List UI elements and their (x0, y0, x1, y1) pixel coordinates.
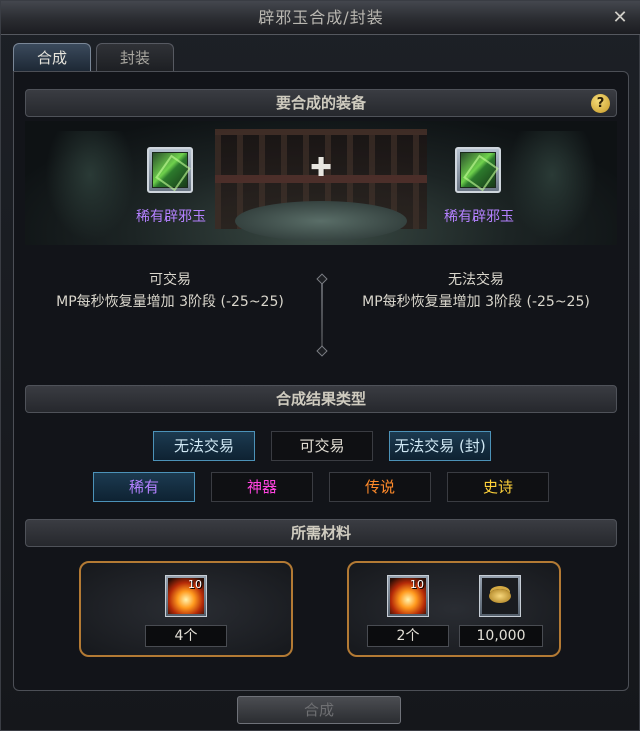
option-untradable[interactable]: 无法交易 (153, 431, 255, 461)
material-slot-right[interactable]: 10 (387, 575, 429, 617)
stack-count: 10 (188, 578, 202, 591)
stack-count: 10 (410, 578, 424, 591)
option-untradable-sealed[interactable]: 无法交易 (封) (389, 431, 491, 461)
left-equip-slot[interactable] (147, 147, 193, 193)
result-section-header: 合成结果类型 (25, 385, 617, 413)
help-icon[interactable]: ? (591, 94, 610, 113)
jade-gem-icon (152, 152, 188, 188)
left-item-info: 可交易 MP每秒恢复量增加 3阶段 (-25~25) (35, 269, 305, 313)
flame-stone-icon: 10 (390, 578, 426, 614)
option-tradable[interactable]: 可交易 (271, 431, 373, 461)
synthesis-window: 辟邪玉合成/封装 ✕ 合成 封装 要合成的装备 ? 稀有辟邪玉 ✚ 稀有辟邪玉 … (0, 0, 640, 731)
rarity-artifact[interactable]: 神器 (211, 472, 313, 502)
pedestal-decoration (235, 201, 407, 241)
plus-icon: ✚ (310, 153, 332, 183)
rarity-rare[interactable]: 稀有 (93, 472, 195, 502)
rarity-epic[interactable]: 史诗 (447, 472, 549, 502)
gold-amount: 10,000 (459, 625, 543, 647)
result-section-title: 合成结果类型 (275, 390, 366, 408)
column-divider (321, 281, 323, 349)
materials-section-header: 所需材料 (25, 519, 617, 547)
material-qty-right: 2个 (367, 625, 449, 647)
jade-gem-icon (460, 152, 496, 188)
right-item-name: 稀有辟邪玉 (444, 209, 514, 225)
craft-button[interactable]: 合成 (237, 696, 401, 724)
forge-scene-background (25, 121, 617, 245)
left-item-trade-status: 可交易 (149, 272, 191, 288)
tab-seal[interactable]: 封装 (96, 43, 174, 71)
window-title: 辟邪玉合成/封装 (1, 1, 640, 35)
equip-section-header: 要合成的装备 ? (25, 89, 617, 117)
right-item-trade-status: 无法交易 (448, 272, 504, 288)
right-equip-slot[interactable] (455, 147, 501, 193)
material-qty-left: 4个 (145, 625, 227, 647)
flame-stone-icon: 10 (168, 578, 204, 614)
left-item-stat: MP每秒恢复量增加 3阶段 (-25~25) (56, 294, 284, 310)
right-item-stat: MP每秒恢复量增加 3阶段 (-25~25) (362, 294, 590, 310)
close-icon[interactable]: ✕ (609, 7, 631, 29)
materials-section-title: 所需材料 (290, 524, 351, 542)
gold-slot[interactable] (479, 575, 521, 617)
gold-coins-icon (482, 578, 518, 614)
tab-synthesis[interactable]: 合成 (13, 43, 91, 71)
material-slot-left[interactable]: 10 (165, 575, 207, 617)
rarity-legendary[interactable]: 传说 (329, 472, 431, 502)
right-item-info: 无法交易 MP每秒恢复量增加 3阶段 (-25~25) (341, 269, 611, 313)
left-item-name: 稀有辟邪玉 (136, 209, 206, 225)
equip-section-title: 要合成的装备 (275, 94, 366, 112)
